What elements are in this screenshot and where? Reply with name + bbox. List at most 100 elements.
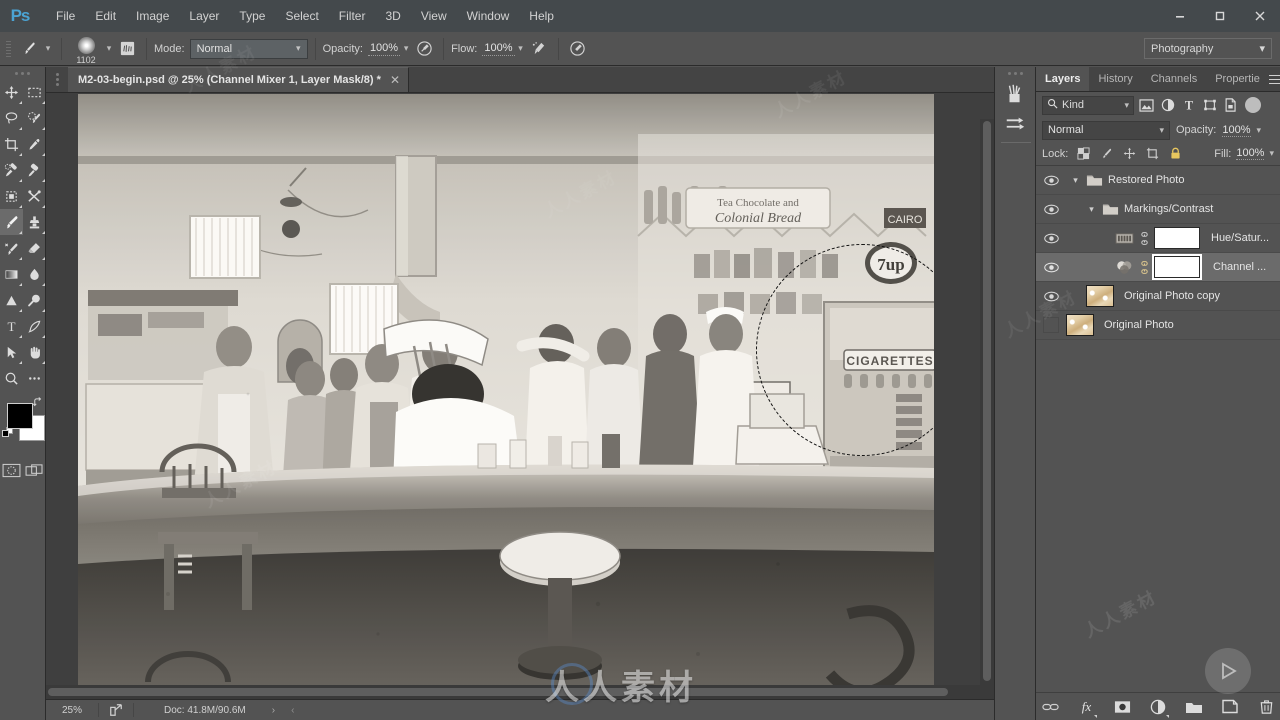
filter-smart-objects-icon[interactable] [1222, 96, 1239, 115]
tab-history[interactable]: History [1089, 67, 1141, 91]
layer-name[interactable]: Original Photo [1104, 319, 1174, 331]
layer-name[interactable]: Hue/Satur... [1211, 232, 1269, 244]
panel-menu-icon[interactable] [1268, 67, 1280, 91]
options-bar-grip[interactable] [4, 37, 13, 61]
lock-transparent-pixels-icon[interactable] [1075, 146, 1091, 162]
layer-name[interactable]: Channel ... [1213, 261, 1266, 273]
layer-name[interactable]: Restored Photo [1108, 174, 1184, 186]
hand-tool[interactable] [23, 339, 46, 365]
link-icon[interactable] [1139, 231, 1149, 245]
new-layer-button[interactable] [1220, 697, 1240, 717]
brush-preset-caret[interactable]: ▾ [103, 43, 115, 54]
opacity-input[interactable]: 100% [367, 42, 401, 56]
menu-type[interactable]: Type [229, 3, 275, 29]
fill-caret-icon[interactable]: ▾ [1269, 148, 1274, 159]
adjustments-panel-button[interactable] [995, 109, 1035, 139]
layer-name[interactable]: Original Photo copy [1124, 290, 1220, 302]
opacity-pressure-icon[interactable] [412, 37, 436, 61]
dock-grip[interactable] [995, 67, 1035, 79]
tab-layers[interactable]: Layers [1036, 67, 1090, 91]
zoom-tool[interactable] [0, 365, 23, 391]
brush-size-preview[interactable]: 1102 [69, 34, 103, 65]
share-icon[interactable] [99, 703, 133, 717]
opacity-caret-icon[interactable]: ▾ [1257, 125, 1262, 136]
swap-colors-icon[interactable] [32, 397, 43, 408]
link-icon[interactable] [1139, 260, 1149, 274]
tab-properties[interactable]: Propertie [1206, 67, 1269, 91]
status-collapse-arrow[interactable]: ‹ [291, 705, 294, 716]
layer-visibility-toggle[interactable] [1036, 224, 1066, 253]
rectangular-marquee-tool[interactable] [23, 79, 46, 105]
layer-opacity-input[interactable]: 100% [1222, 124, 1251, 137]
layer-thumbnail[interactable] [1086, 285, 1114, 307]
lock-artboard-nesting-icon[interactable] [1144, 146, 1160, 162]
tool-preset-caret[interactable]: ▾ [42, 43, 54, 54]
close-button[interactable] [1240, 0, 1280, 32]
filter-shape-layers-icon[interactable] [1201, 96, 1218, 115]
table-row[interactable]: Hue/Satur... [1036, 224, 1280, 253]
patch-tool[interactable] [23, 157, 46, 183]
clone-source-tool[interactable] [23, 183, 46, 209]
lasso-tool[interactable] [0, 105, 23, 131]
close-icon[interactable]: ✕ [390, 73, 400, 87]
new-adjustment-layer-button[interactable] [1148, 697, 1169, 718]
delete-layer-button[interactable] [1256, 697, 1276, 717]
menu-select[interactable]: Select [275, 3, 328, 29]
canvas-vertical-scrollbar[interactable] [980, 119, 994, 720]
status-expand-arrow[interactable]: › [272, 705, 275, 716]
layer-style-button[interactable]: fx [1076, 697, 1097, 718]
layer-visibility-toggle[interactable] [1036, 253, 1066, 282]
filter-toggle-switch[interactable] [1245, 97, 1261, 113]
menu-filter[interactable]: Filter [329, 3, 376, 29]
filter-adjustment-layers-icon[interactable] [1159, 96, 1176, 115]
filter-type-layers-icon[interactable]: T [1180, 96, 1197, 115]
menu-image[interactable]: Image [126, 3, 179, 29]
menu-3d[interactable]: 3D [375, 3, 410, 29]
brushes-panel-button[interactable] [995, 79, 1035, 109]
crop-tool[interactable] [0, 131, 23, 157]
eraser-tool[interactable] [23, 235, 46, 261]
pen-tool[interactable] [23, 313, 46, 339]
airbrush-icon[interactable] [527, 37, 551, 61]
foreground-color-swatch[interactable] [7, 403, 33, 429]
tools-panel-grip[interactable] [0, 67, 45, 79]
eyedropper-tool[interactable] [23, 131, 46, 157]
path-selection-tool[interactable] [0, 339, 23, 365]
menu-file[interactable]: File [46, 3, 85, 29]
edit-toolbar-button[interactable] [23, 365, 46, 391]
new-group-button[interactable] [1184, 697, 1204, 717]
layer-thumbnail[interactable] [1066, 314, 1094, 336]
lock-position-icon[interactable] [1121, 146, 1137, 162]
history-brush-tool[interactable] [0, 235, 23, 261]
quick-mask-icon[interactable] [2, 461, 22, 479]
active-tool-icon[interactable] [16, 37, 42, 61]
lock-all-icon[interactable] [1167, 146, 1183, 162]
layer-name[interactable]: Markings/Contrast [1124, 203, 1213, 215]
flow-caret[interactable]: ▾ [515, 43, 527, 54]
table-row[interactable]: Original Photo [1036, 311, 1280, 340]
table-row[interactable]: ▾ Restored Photo [1036, 166, 1280, 195]
tablet-pressure-icon[interactable] [566, 37, 590, 61]
layer-visibility-toggle[interactable] [1036, 166, 1066, 195]
menu-edit[interactable]: Edit [85, 3, 126, 29]
gradient-tool[interactable] [0, 261, 23, 287]
document-canvas[interactable]: 7up Tea Chocolate and Colonial Bread CAI… [78, 94, 934, 686]
table-row[interactable]: Channel ... [1036, 253, 1280, 282]
filter-kind-select[interactable]: Kind ▾ [1042, 95, 1134, 115]
scrollbar-thumb[interactable] [983, 121, 991, 681]
type-tool[interactable]: T [0, 313, 23, 339]
dodge-tool[interactable] [0, 287, 23, 313]
burn-tool[interactable] [23, 287, 46, 313]
scrollbar-thumb[interactable] [48, 688, 948, 696]
menu-window[interactable]: Window [457, 3, 520, 29]
table-row[interactable]: ▾ Markings/Contrast [1036, 195, 1280, 224]
chevron-down-icon[interactable]: ▾ [1070, 175, 1081, 186]
fill-input[interactable]: 100% [1236, 147, 1265, 160]
clone-stamp-tool[interactable] [23, 209, 46, 235]
minimize-button[interactable] [1160, 0, 1200, 32]
tab-strip-grip[interactable] [46, 66, 68, 92]
workspace-select[interactable]: Photography ▾ [1144, 38, 1272, 59]
layer-mask-thumbnail[interactable] [1154, 256, 1200, 278]
layer-visibility-toggle[interactable] [1036, 195, 1066, 224]
menu-help[interactable]: Help [519, 3, 564, 29]
